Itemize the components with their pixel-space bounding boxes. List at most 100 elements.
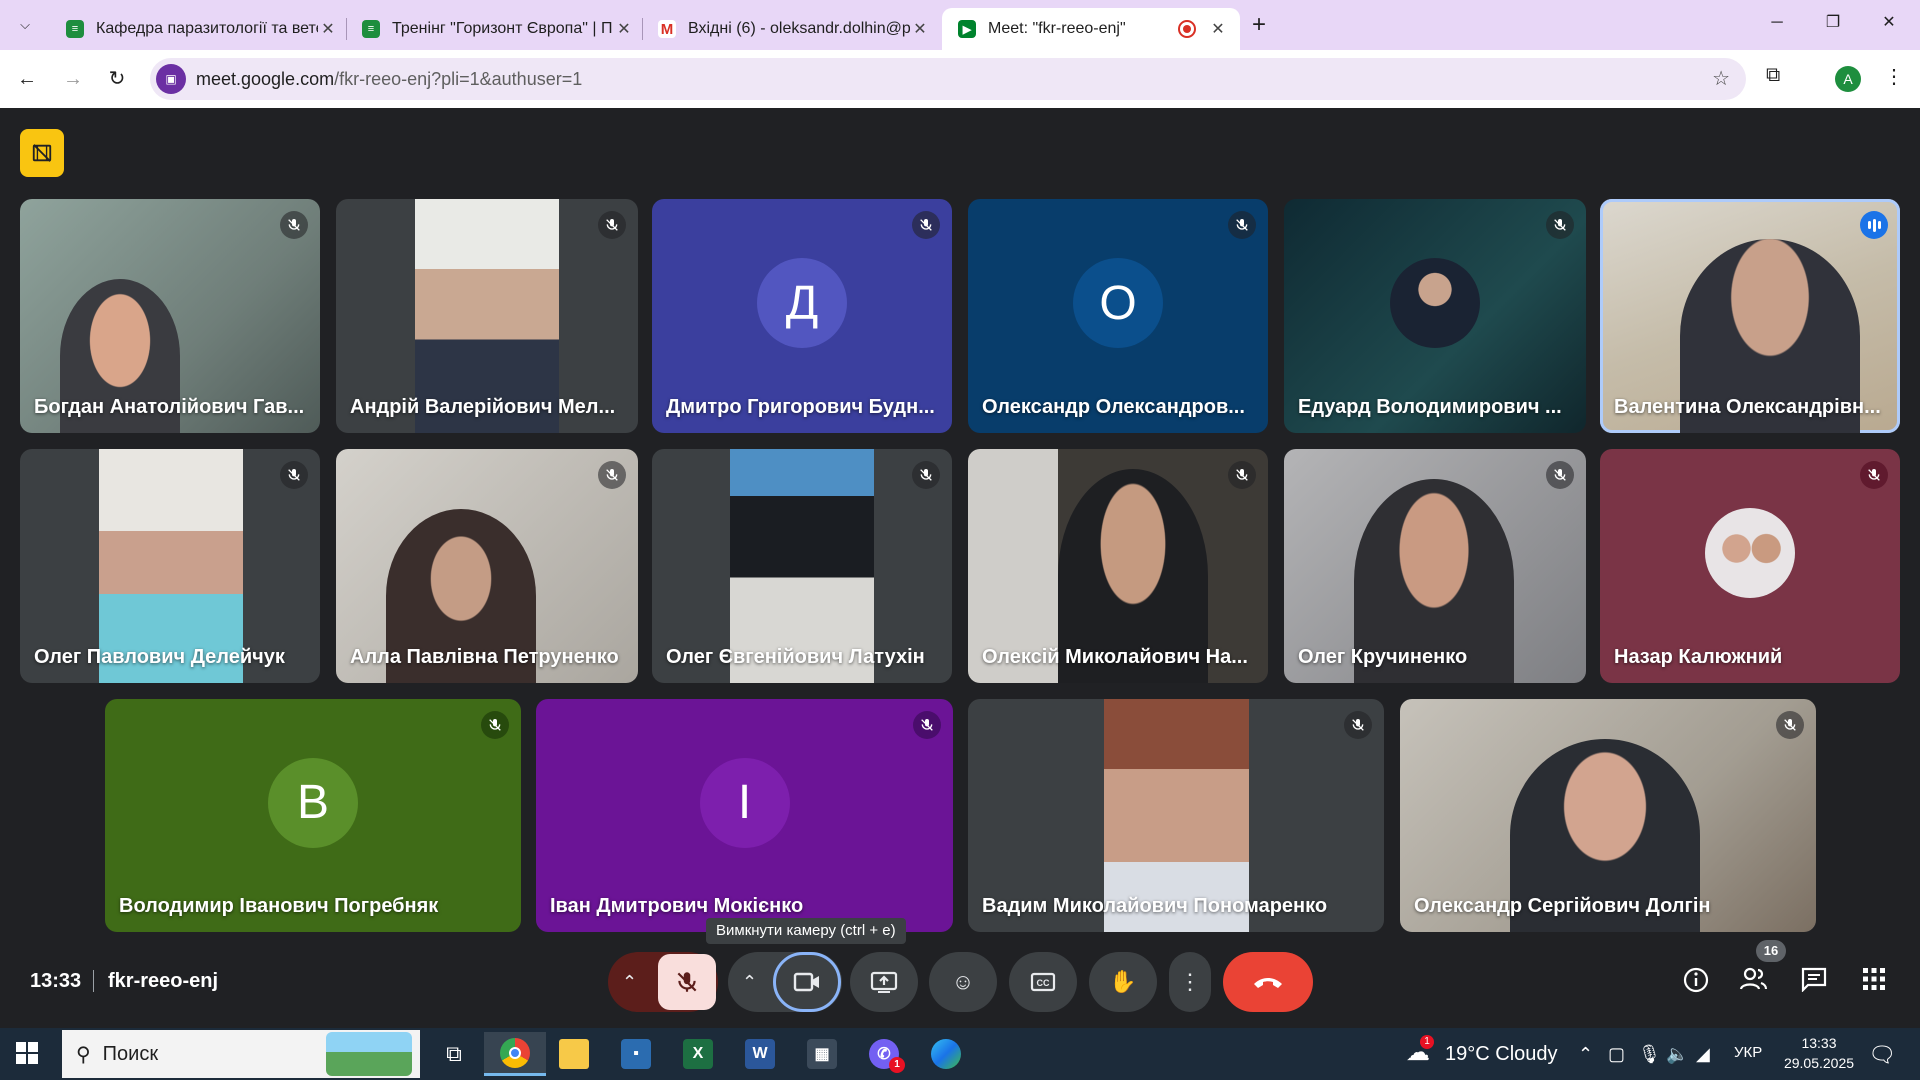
notifications-icon[interactable]: 🗨 (1868, 1042, 1896, 1068)
more-options-button[interactable]: ⋮ (1169, 952, 1211, 1012)
forward-button[interactable]: → (58, 64, 88, 94)
close-window-button[interactable]: ✕ (1866, 8, 1912, 38)
close-icon[interactable]: ✕ (910, 19, 930, 39)
browser-menu-icon[interactable]: ⋮ (1884, 64, 1904, 89)
bookmark-star-icon[interactable]: ☆ (1712, 66, 1730, 91)
profile-avatar[interactable]: A (1835, 66, 1861, 92)
participant-tile[interactable]: Олег Павлович Делейчук (20, 449, 320, 683)
task-view-icon: ⧉ (446, 1041, 462, 1066)
restore-button[interactable]: ❐ (1810, 8, 1856, 38)
new-tab-button[interactable]: + (1244, 10, 1274, 40)
participant-avatar: О (1073, 258, 1163, 348)
browser-tab-2[interactable]: ≡ Тренінг "Горизонт Європа" | П ✕ (346, 8, 646, 50)
camera-blocked-badge[interactable] (20, 129, 64, 177)
weather-widget[interactable]: ☁ 1 19°C Cloudy (1406, 1035, 1558, 1067)
participant-name: Володимир Іванович Погребняк (119, 895, 439, 917)
browser-tab-3[interactable]: M Вхідні (6) - oleksandr.dolhin@p ✕ (642, 8, 942, 50)
task-view-button[interactable]: ⧉ (426, 1032, 482, 1076)
taskbar-save-app[interactable]: ▪ (608, 1032, 664, 1076)
close-icon[interactable]: ✕ (1208, 19, 1228, 39)
participant-tile[interactable]: В Володимир Іванович Погребняк (105, 699, 521, 932)
participant-tile[interactable]: І Іван Дмитрович Мокієнко (536, 699, 953, 932)
site-info-icon[interactable]: ▣ (156, 64, 186, 94)
reload-button[interactable]: ↻ (102, 64, 132, 94)
url-text[interactable]: meet.google.com/fkr-reeo-enj?pli=1&authu… (196, 69, 582, 90)
participant-tile-speaking[interactable]: Валентина Олександрівн... (1600, 199, 1900, 433)
camera-control-group: ⌃ (728, 952, 842, 1012)
participant-tile[interactable]: Вадим Миколайович Пономаренко (968, 699, 1384, 932)
participant-name: Назар Калюжний (1614, 646, 1783, 668)
mic-off-icon (598, 461, 626, 489)
browser-tab-4-active[interactable]: ▶ Meet: "fkr-reeo-enj" ✕ (942, 8, 1240, 50)
sheets-icon: ≡ (66, 20, 84, 38)
back-button[interactable]: ← (12, 64, 42, 94)
browser-toolbar: ← → ↻ ▣ meet.google.com/fkr-reeo-enj?pli… (0, 50, 1920, 108)
emoji-icon: ☺ (951, 969, 975, 994)
taskbar-word[interactable]: W (732, 1032, 788, 1076)
participant-tile[interactable]: Едуард Володимирович ... (1284, 199, 1586, 433)
close-icon[interactable]: ✕ (318, 19, 338, 39)
taskbar-file-explorer[interactable] (546, 1032, 602, 1076)
system-clock[interactable]: 13:33 29.05.2025 (1774, 1033, 1864, 1073)
taskbar-viber[interactable]: ✆ 1 (856, 1032, 912, 1076)
people-count-badge: 16 (1756, 940, 1786, 962)
mic-off-icon (1228, 211, 1256, 239)
participant-avatar: Д (757, 258, 847, 348)
extensions-icon[interactable]: ⧉ (1766, 64, 1780, 87)
search-icon: ⚲ (76, 1043, 91, 1066)
sheets-icon: ≡ (362, 20, 380, 38)
participant-photo-avatar (1705, 508, 1795, 598)
volume-icon[interactable]: 🔈 (1666, 1044, 1688, 1065)
address-bar[interactable]: ▣ meet.google.com/fkr-reeo-enj?pli=1&aut… (150, 58, 1746, 100)
activities-button[interactable] (1858, 966, 1890, 998)
participant-tile[interactable]: Олег Кручиненко (1284, 449, 1586, 683)
participant-name: Олег Євгенійович Латухін (666, 646, 925, 668)
microphone-tray-icon[interactable]: 🎙 (1638, 1044, 1661, 1065)
taskbar-calculator[interactable]: ▦ (794, 1032, 850, 1076)
participant-tile[interactable]: Олександр Сергійович Долгін (1400, 699, 1816, 932)
taskbar-search[interactable]: ⚲ Поиск (62, 1030, 420, 1078)
meet-tray-icon[interactable]: ▢ (1608, 1044, 1625, 1065)
camera-toggle-button[interactable] (773, 952, 841, 1012)
tab-search-button[interactable]: ⌵ (10, 12, 40, 38)
close-icon[interactable]: ✕ (614, 19, 634, 39)
show-hidden-icons-button[interactable]: ⌃ (1578, 1044, 1593, 1065)
participant-tile[interactable]: Олег Євгенійович Латухін (652, 449, 952, 683)
viber-badge: 1 (889, 1057, 905, 1073)
film-off-icon (32, 144, 52, 162)
participant-tile[interactable]: Алла Павлівна Петруненко (336, 449, 638, 683)
participant-tile[interactable]: Андрій Валерійович Мел... (336, 199, 638, 433)
participant-tile[interactable]: О Олександр Олександров... (968, 199, 1268, 433)
chat-button[interactable] (1798, 966, 1830, 998)
participant-name: Іван Дмитрович Мокієнко (550, 895, 804, 917)
participant-name: Олексій Миколайович На... (982, 646, 1248, 668)
url-path: /fkr-reeo-enj?pli=1&authuser=1 (334, 68, 583, 89)
taskbar-excel[interactable]: X (670, 1032, 726, 1076)
input-language[interactable]: УКР (1734, 1044, 1762, 1061)
mic-toggle-button[interactable] (658, 954, 716, 1010)
participant-name: Валентина Олександрівн... (1614, 396, 1881, 418)
browser-tab-1[interactable]: ≡ Кафедра паразитології та ветеринарно-с… (50, 8, 350, 50)
mic-off-icon (280, 461, 308, 489)
reactions-button[interactable]: ☺ (929, 952, 997, 1012)
raise-hand-button[interactable]: ✋ (1089, 952, 1157, 1012)
recording-icon (1178, 20, 1196, 38)
meeting-code: fkr-reeo-enj (108, 970, 219, 992)
participant-tile[interactable]: Олексій Миколайович На... (968, 449, 1268, 683)
network-icon[interactable]: ◢ (1696, 1044, 1710, 1065)
taskbar-edge[interactable] (918, 1032, 974, 1076)
people-button[interactable] (1738, 966, 1770, 998)
minimize-button[interactable]: ─ (1754, 8, 1800, 38)
present-screen-button[interactable] (850, 952, 918, 1012)
start-button[interactable] (16, 1042, 38, 1069)
mic-options-chevron-icon[interactable]: ⌃ (622, 972, 637, 993)
camera-options-chevron-icon[interactable]: ⌃ (742, 972, 757, 993)
participant-tile[interactable]: Д Дмитро Григорович Будн... (652, 199, 952, 433)
captions-button[interactable]: CC (1009, 952, 1077, 1012)
taskbar-chrome[interactable] (484, 1032, 546, 1076)
meeting-details-button[interactable] (1680, 966, 1712, 998)
leave-call-button[interactable] (1223, 952, 1313, 1012)
video-camera-icon (793, 972, 819, 992)
participant-tile[interactable]: Богдан Анатолійович Гав... (20, 199, 320, 433)
participant-tile[interactable]: Назар Калюжний (1600, 449, 1900, 683)
